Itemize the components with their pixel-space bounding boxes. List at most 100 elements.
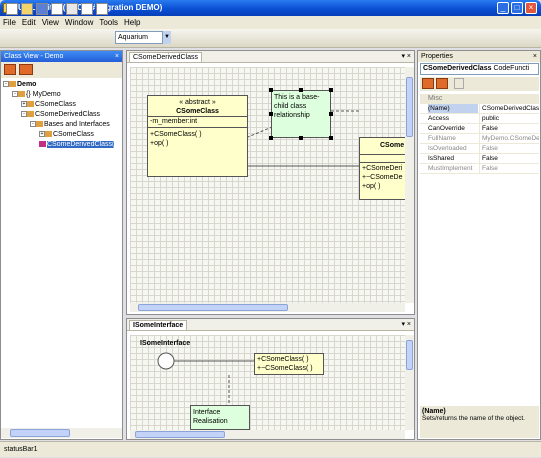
close-icon[interactable]: ▾ × <box>401 52 411 60</box>
close-icon[interactable]: × <box>533 51 537 62</box>
class-icon <box>9 81 16 88</box>
interface-label[interactable]: ISomeInterface <box>140 340 190 347</box>
close-icon[interactable]: × <box>115 51 119 62</box>
scroll-thumb[interactable] <box>406 340 413 370</box>
diagram-canvas[interactable]: ISomeInterface +CSomeClass( ) +~CSomeCla… <box>130 335 405 430</box>
class-view-icon[interactable] <box>4 64 16 75</box>
scroll-thumb[interactable] <box>135 431 225 438</box>
selection-handle[interactable] <box>299 136 303 140</box>
property-value[interactable]: CSomeDerivedClass <box>479 104 539 113</box>
property-row[interactable]: (Name) CSomeDerivedClass <box>420 104 539 114</box>
tree-item[interactable]: + CSomeClass <box>3 130 121 140</box>
menu-window[interactable]: Window <box>62 16 96 29</box>
class-method: +op( ) <box>150 140 169 147</box>
property-value[interactable]: MyDemo.CSomeDeri <box>479 134 539 143</box>
scroll-thumb[interactable] <box>10 429 70 437</box>
menu-view[interactable]: View <box>39 16 62 29</box>
cut-icon[interactable] <box>66 3 78 15</box>
horizontal-scrollbar[interactable] <box>130 303 405 312</box>
property-row[interactable]: IsOverloaded False <box>420 144 539 154</box>
note-box[interactable]: Interface Realisation <box>190 405 250 430</box>
class-box[interactable]: +CSomeClass( ) +~CSomeClass( ) <box>254 353 324 375</box>
paste-icon[interactable] <box>96 3 108 15</box>
properties-title: Properties <box>421 53 453 60</box>
category-misc[interactable]: Misc <box>420 94 539 104</box>
diagram-canvas[interactable]: « abstract » CSomeClass -m_member:int +C… <box>130 67 405 303</box>
chevron-down-icon[interactable]: ▼ <box>162 31 171 44</box>
toolbar <box>0 29 541 48</box>
property-value[interactable]: False <box>479 124 539 133</box>
selection-handle[interactable] <box>269 112 273 116</box>
class-attribute: -m_member:int <box>148 117 247 128</box>
tree-item[interactable]: + CSomeClass <box>3 100 121 110</box>
menu-tools[interactable]: Tools <box>96 16 121 29</box>
tab-csomederivedclass[interactable]: CSomeDerivedClass <box>129 52 202 63</box>
selection-handle[interactable] <box>269 88 273 92</box>
object-selector[interactable]: CSomeDerivedClass CodeFuncti <box>420 63 539 75</box>
menu-help[interactable]: Help <box>121 16 143 29</box>
property-name: IsOverloaded <box>428 145 467 152</box>
tree-item[interactable]: - Bases and Interfaces <box>3 120 121 130</box>
class-method: +~CSomeClass( ) <box>257 365 313 372</box>
selected-object-type: CodeFuncti <box>493 65 530 72</box>
class-tree: - Demo -{} MyDemo + CSomeClass - CSomeDerivedC… <box>3 80 121 150</box>
tree-item-label: Bases and Interfaces <box>44 121 110 128</box>
scroll-thumb[interactable] <box>138 304 288 311</box>
close-icon[interactable]: ▾ × <box>401 320 411 328</box>
minimize-button[interactable]: _ <box>497 2 509 14</box>
menu-file[interactable]: File <box>0 16 19 29</box>
note-box[interactable]: This is a base-child class relationship <box>271 90 331 138</box>
tree-item-label: CSomeDerivedClass <box>35 111 100 118</box>
scroll-thumb[interactable] <box>406 77 413 137</box>
abstract-class-box[interactable]: « abstract » CSomeClass -m_member:int +C… <box>147 95 248 177</box>
derived-class-box[interactable]: CSome +CSomeDeri +~CSomeDe +op( ) <box>359 137 405 200</box>
class-icon <box>27 101 34 108</box>
property-row[interactable]: CanOverride False <box>420 124 539 134</box>
property-value[interactable]: public <box>479 114 539 123</box>
selection-handle[interactable] <box>269 136 273 140</box>
tree-item[interactable]: -{} MyDemo <box>3 90 121 100</box>
vertical-scrollbar[interactable] <box>405 335 414 430</box>
horizontal-scrollbar[interactable] <box>130 430 405 439</box>
class-icon <box>39 141 46 148</box>
menu-edit[interactable]: Edit <box>19 16 39 29</box>
class-method: +op( ) <box>362 183 381 190</box>
vertical-scrollbar[interactable] <box>405 67 414 303</box>
property-name: Access <box>428 115 449 122</box>
new-icon[interactable] <box>6 3 18 15</box>
sort-icon[interactable] <box>19 64 33 75</box>
property-value[interactable]: False <box>479 154 539 163</box>
property-row[interactable]: Access public <box>420 114 539 124</box>
selection-handle[interactable] <box>299 88 303 92</box>
property-value[interactable]: False <box>479 144 539 153</box>
save-icon[interactable] <box>36 3 48 15</box>
property-row[interactable]: IsShared False <box>420 154 539 164</box>
tree-item[interactable]: - CSomeDerivedClass <box>3 110 121 120</box>
properties-header: Properties × <box>418 51 540 62</box>
selection-handle[interactable] <box>329 88 333 92</box>
property-row[interactable]: MustImplement False <box>420 164 539 174</box>
property-value[interactable]: False <box>479 164 539 173</box>
tab-isomeinterface[interactable]: ISomeInterface <box>129 320 188 331</box>
property-row[interactable]: FullName MyDemo.CSomeDeri <box>420 134 539 144</box>
close-button[interactable]: × <box>525 2 537 14</box>
property-pages-icon[interactable] <box>454 78 464 89</box>
tree-item[interactable]: - Demo <box>3 80 121 90</box>
copy-icon[interactable] <box>81 3 93 15</box>
property-name: CanOverride <box>428 125 465 132</box>
categorized-icon[interactable] <box>422 78 434 89</box>
open-icon[interactable] <box>21 3 33 15</box>
selection-handle[interactable] <box>329 136 333 140</box>
alphabetical-icon[interactable] <box>436 78 448 89</box>
maximize-button[interactable]: □ <box>511 2 523 14</box>
print-icon[interactable] <box>51 3 63 15</box>
description-text: Sets/returns the name of the object. <box>422 415 525 422</box>
horizontal-scrollbar[interactable] <box>1 428 122 438</box>
doc2-tab-strip: ISomeInterface ▾ × <box>127 319 414 331</box>
description-pane: (Name) Sets/returns the name of the obje… <box>420 406 539 438</box>
selection-handle[interactable] <box>329 112 333 116</box>
property-name: MustImplement <box>428 165 473 172</box>
class-stereotype: « abstract » <box>179 99 216 106</box>
tree-item[interactable]: CSomeDerivedClass( <box>3 140 121 150</box>
description-title: (Name) <box>422 408 446 415</box>
